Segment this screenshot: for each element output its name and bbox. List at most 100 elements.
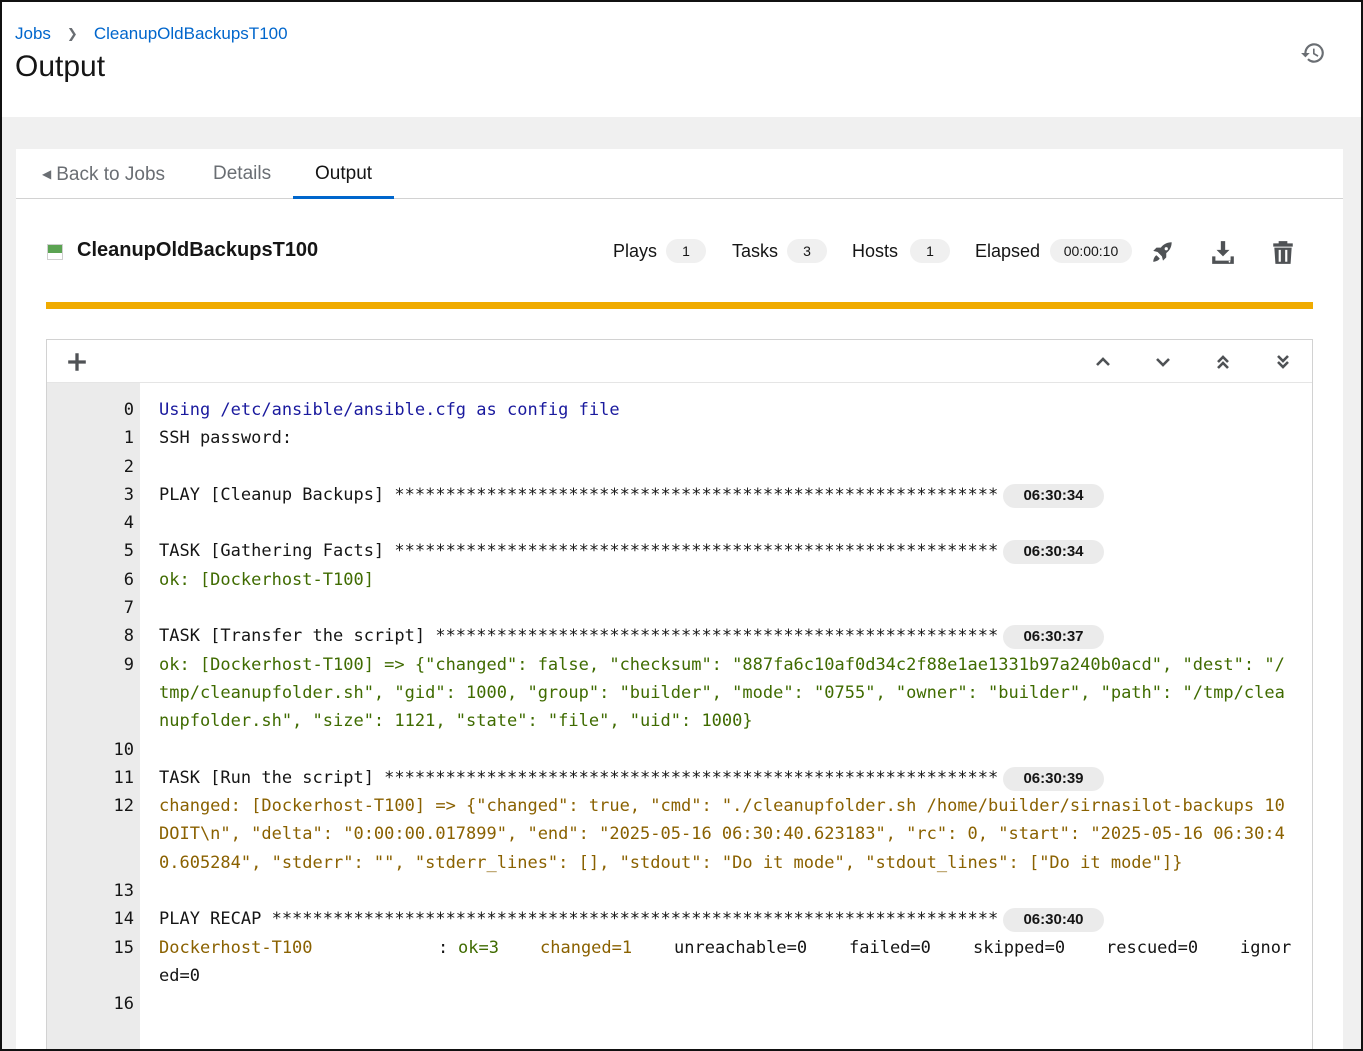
breadcrumb-jobs-link[interactable]: Jobs — [15, 24, 51, 44]
line-text: TASK [Gathering Facts] *****************… — [159, 541, 999, 562]
history-icon[interactable] — [1300, 40, 1326, 66]
recap-skipped: skipped=0 — [973, 937, 1066, 958]
output-line: 10 — [47, 736, 1312, 764]
output-line: 13 — [47, 877, 1312, 905]
status-success-icon — [47, 244, 63, 260]
recap-ok: ok=3 — [458, 937, 499, 958]
timestamp-badge: 06:30:34 — [1003, 540, 1104, 565]
line-text — [159, 990, 1294, 1018]
tab-output[interactable]: Output — [293, 149, 395, 199]
recap-changed: changed=1 — [540, 937, 633, 958]
line-number: 12 — [113, 796, 134, 817]
timestamp-badge: 06:30:34 — [1003, 483, 1104, 508]
line-text: PLAY RECAP *****************************… — [159, 909, 999, 930]
timestamp-badge: 06:30:39 — [1003, 766, 1104, 791]
line-number: 11 — [113, 767, 134, 788]
recap-rescued: rescued=0 — [1106, 937, 1199, 958]
line-number: 6 — [123, 569, 134, 590]
line-number: 5 — [123, 541, 134, 562]
app-frame: Jobs ❯ CleanupOldBackupsT100 Output ◀ Bac… — [0, 0, 1363, 1051]
line-number: 0 — [123, 400, 134, 420]
line-number: 1 — [123, 428, 134, 449]
output-line: 16 — [47, 990, 1312, 1018]
output-lines: 0 Using /etc/ansible/ansible.cfg as conf… — [47, 396, 1312, 1019]
recap-colon: : — [438, 937, 449, 958]
job-card: ◀ Back to Jobs Details Output CleanupOldB… — [16, 149, 1343, 1049]
line-text: Using /etc/ansible/ansible.cfg as config… — [159, 400, 620, 420]
double-chevron-up-icon[interactable] — [1213, 352, 1233, 372]
page-header: Jobs ❯ CleanupOldBackupsT100 Output — [2, 2, 1361, 117]
line-number: 16 — [113, 994, 134, 1015]
line-number: 8 — [123, 626, 134, 647]
job-name: CleanupOldBackupsT100 — [77, 239, 319, 261]
timestamp-badge: 06:30:40 — [1003, 908, 1104, 933]
line-number: 4 — [123, 513, 134, 534]
line-text: SSH password: — [159, 428, 293, 449]
caret-left-icon: ◀ — [42, 167, 52, 181]
elapsed-label: Elapsed — [975, 241, 1041, 261]
line-number: 10 — [113, 739, 134, 760]
line-text: ok: [Dockerhost-T100] => {"changed": fal… — [159, 654, 1285, 732]
download-icon[interactable] — [1210, 239, 1236, 265]
recap-unreachable: unreachable=0 — [674, 937, 808, 958]
output-line[interactable]: 6 ok: [Dockerhost-T100] — [47, 566, 1312, 594]
timestamp-badge: 06:30:37 — [1003, 625, 1104, 650]
output-toolbar — [47, 340, 1312, 383]
chevron-down-icon[interactable] — [1153, 352, 1173, 372]
page-title: Output — [15, 50, 106, 83]
chevron-right-icon: ❯ — [66, 26, 78, 41]
job-header: CleanupOldBackupsT100 Plays 1 Tasks 3 Ho… — [16, 219, 1343, 285]
elapsed-value: 00:00:10 — [1050, 239, 1132, 263]
output-panel: 0 Using /etc/ansible/ansible.cfg as conf… — [46, 339, 1313, 1049]
line-number: 9 — [123, 654, 134, 675]
output-line: 7 — [47, 594, 1312, 622]
output-line[interactable]: 3 PLAY [Cleanup Backups] ***************… — [47, 481, 1312, 509]
line-number: 15 — [113, 937, 134, 958]
output-line[interactable]: 11 TASK [Run the script] ***************… — [47, 764, 1312, 792]
output-line[interactable]: 12 changed: [Dockerhost-T100] => {"chang… — [47, 792, 1312, 877]
tasks-label: Tasks — [732, 241, 779, 261]
line-text: TASK [Run the script] ******************… — [159, 767, 999, 788]
line-number: 14 — [113, 909, 134, 930]
line-text — [159, 736, 1294, 764]
output-line[interactable]: 5 TASK [Gathering Facts] ***************… — [47, 537, 1312, 565]
recap-line: Dockerhost-T100: ok=3 changed=1 unreachable… — [159, 934, 1294, 991]
output-line[interactable]: 8 TASK [Transfer the script] ***********… — [47, 622, 1312, 650]
output-line[interactable]: 14 PLAY RECAP **************************… — [47, 905, 1312, 933]
tab-back-to-jobs[interactable]: ◀ Back to Jobs — [20, 149, 187, 199]
output-line: 4 — [47, 509, 1312, 537]
breadcrumb: Jobs ❯ CleanupOldBackupsT100 — [15, 24, 288, 44]
recap-host: Dockerhost-T100 — [159, 937, 313, 958]
breadcrumb-job-link[interactable]: CleanupOldBackupsT100 — [94, 24, 288, 44]
hosts-count: 1 — [910, 239, 950, 263]
line-number: 13 — [113, 881, 134, 902]
delete-icon[interactable] — [1270, 239, 1296, 265]
tab-details[interactable]: Details — [191, 149, 293, 199]
line-text: ok: [Dockerhost-T100] — [159, 569, 374, 590]
plus-icon[interactable] — [66, 351, 88, 373]
line-text — [159, 453, 1294, 481]
line-number: 2 — [123, 456, 134, 477]
job-progress-bar — [46, 302, 1313, 309]
line-text — [159, 509, 1294, 537]
line-number: 3 — [123, 484, 134, 505]
line-text — [159, 594, 1294, 622]
recap-failed: failed=0 — [849, 937, 931, 958]
plays-count: 1 — [666, 239, 706, 263]
double-chevron-down-icon[interactable] — [1273, 352, 1293, 372]
tab-back-label: Back to Jobs — [56, 164, 166, 185]
output-line: 2 — [47, 453, 1312, 481]
line-text: TASK [Transfer the script] *************… — [159, 626, 999, 647]
plays-label: Plays — [613, 241, 658, 261]
output-line: 1 SSH password: — [47, 424, 1312, 452]
chevron-up-icon[interactable] — [1093, 352, 1113, 372]
output-line: 0 Using /etc/ansible/ansible.cfg as conf… — [47, 396, 1312, 424]
line-text: PLAY [Cleanup Backups] *****************… — [159, 484, 999, 505]
line-text — [159, 877, 1294, 905]
output-line[interactable]: 15 Dockerhost-T100: ok=3 changed=1 unreacha… — [47, 934, 1312, 991]
output-line[interactable]: 9 ok: [Dockerhost-T100] => {"changed": f… — [47, 651, 1312, 736]
rocket-icon[interactable] — [1150, 239, 1176, 265]
hosts-label: Hosts — [852, 241, 899, 261]
line-number: 7 — [123, 598, 134, 619]
tasks-count: 3 — [787, 239, 827, 263]
